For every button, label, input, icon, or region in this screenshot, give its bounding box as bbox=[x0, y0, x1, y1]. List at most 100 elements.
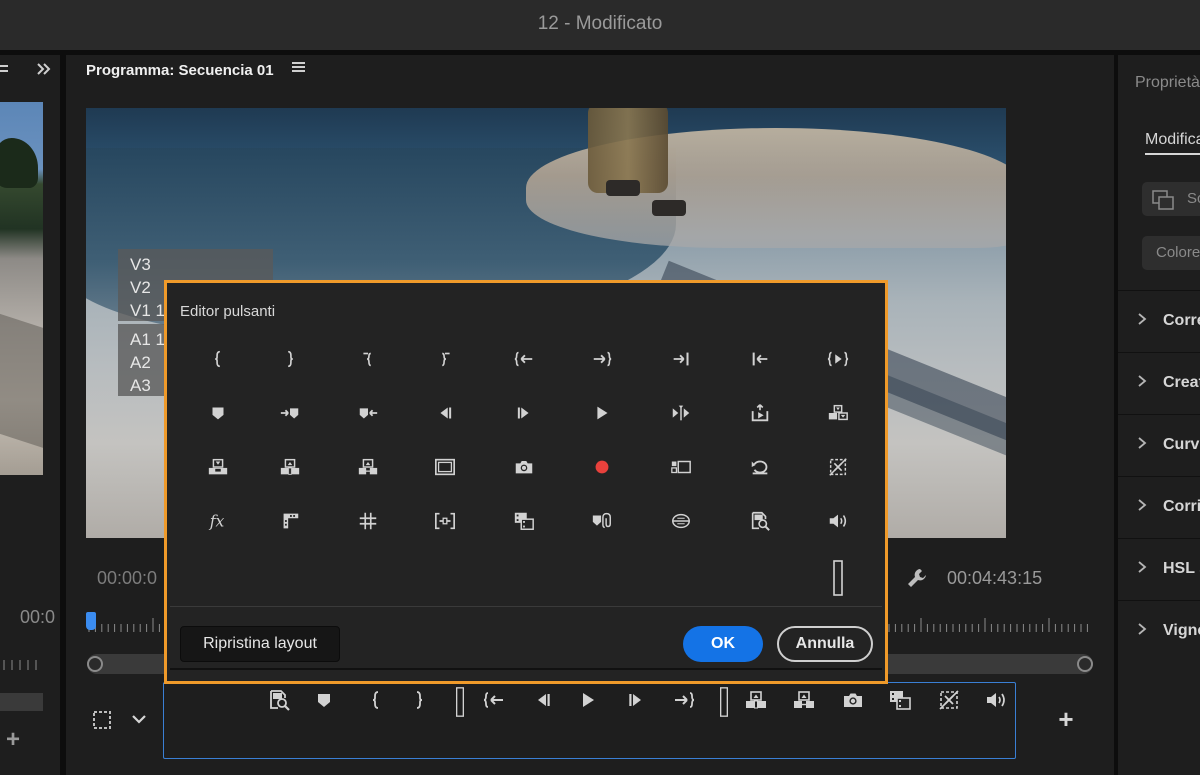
toolbar-comparison-view-icon[interactable] bbox=[887, 687, 913, 713]
lift-icon[interactable] bbox=[273, 450, 307, 484]
mark-out-icon[interactable] bbox=[273, 342, 307, 376]
duration-timecode: 00:04:43:15 bbox=[947, 568, 1043, 588]
timecode-overlay-icon[interactable] bbox=[273, 504, 307, 538]
link-marker-icon[interactable] bbox=[585, 504, 619, 538]
clip-icon bbox=[1152, 190, 1174, 210]
properties-section-label: HSL s bbox=[1163, 560, 1200, 577]
toolbar-lift-icon[interactable] bbox=[743, 687, 769, 713]
proxy-toggle-icon[interactable] bbox=[821, 450, 855, 484]
go-to-previous-marker-icon[interactable] bbox=[351, 396, 385, 430]
toolbar-proxy-toggle-icon[interactable] bbox=[936, 687, 962, 713]
properties-section[interactable]: HSL s bbox=[1118, 538, 1200, 600]
toolbar-spacer-icon[interactable] bbox=[711, 687, 737, 717]
source-add-icon[interactable]: + bbox=[6, 726, 20, 754]
toolbar-mark-out-icon[interactable] bbox=[406, 687, 432, 713]
panel-overflow-icon[interactable] bbox=[36, 62, 52, 81]
add-marker-icon[interactable] bbox=[201, 396, 235, 430]
window-title: 12 - Modificato bbox=[537, 13, 663, 34]
grid-icon[interactable] bbox=[351, 504, 385, 538]
chevron-right-icon bbox=[1136, 312, 1148, 331]
step-back-icon[interactable] bbox=[428, 396, 462, 430]
panel-menu-icon[interactable] bbox=[0, 62, 10, 83]
wrench-icon[interactable] bbox=[906, 567, 928, 594]
go-to-in-point-icon[interactable] bbox=[743, 342, 777, 376]
undo-icon[interactable] bbox=[743, 450, 777, 484]
properties-section-label: Vigne bbox=[1163, 622, 1200, 639]
vr-icon[interactable] bbox=[664, 504, 698, 538]
scrollbar-right-handle[interactable] bbox=[1077, 656, 1093, 672]
properties-section[interactable]: Corre bbox=[1118, 290, 1200, 352]
properties-section-label: Corre bbox=[1163, 312, 1200, 329]
toolbar-add-marker-icon[interactable] bbox=[311, 687, 337, 713]
comparison-view-icon[interactable] bbox=[507, 504, 541, 538]
tab-underline bbox=[1145, 153, 1200, 155]
properties-button-sc-label: Sc bbox=[1187, 190, 1200, 207]
go-to-next-marker-icon[interactable] bbox=[273, 396, 307, 430]
program-menu-icon[interactable] bbox=[292, 60, 306, 79]
go-to-in-icon[interactable] bbox=[507, 342, 541, 376]
cancel-button[interactable]: Annulla bbox=[777, 626, 873, 662]
dialog-title: Editor pulsanti bbox=[180, 303, 276, 320]
source-timecode: 00:0 bbox=[20, 607, 56, 627]
zoom-search-icon[interactable] bbox=[743, 504, 777, 538]
toolbar-camera-icon[interactable] bbox=[840, 687, 866, 713]
toolbar-volume-icon[interactable] bbox=[983, 687, 1009, 713]
chevron-down-icon[interactable] bbox=[130, 710, 148, 733]
ok-button[interactable]: OK bbox=[683, 626, 763, 662]
play-icon[interactable] bbox=[585, 396, 619, 430]
properties-button-sc[interactable]: Sc bbox=[1142, 182, 1200, 216]
extract-icon[interactable] bbox=[351, 450, 385, 484]
playhead[interactable] bbox=[86, 612, 96, 630]
step-forward-icon[interactable] bbox=[507, 396, 541, 430]
source-thumbnail bbox=[0, 102, 43, 475]
trim-icon[interactable] bbox=[428, 504, 462, 538]
dialog-bottom-line bbox=[170, 668, 882, 670]
camera-icon[interactable] bbox=[507, 450, 541, 484]
source-ruler[interactable] bbox=[0, 658, 43, 672]
export-frame-icon[interactable] bbox=[743, 396, 777, 430]
properties-section[interactable]: Creat bbox=[1118, 352, 1200, 414]
multicam-icon[interactable] bbox=[664, 450, 698, 484]
properties-section[interactable]: Curve bbox=[1118, 414, 1200, 476]
mark-clip-out-icon[interactable] bbox=[428, 342, 462, 376]
fx-icon[interactable]: fx bbox=[201, 504, 235, 538]
marquee-select-icon[interactable] bbox=[92, 710, 112, 735]
add-button[interactable]: + bbox=[1052, 705, 1080, 733]
title-bar: 12 - Modificato bbox=[0, 0, 1200, 50]
mark-clip-in-icon[interactable] bbox=[351, 342, 385, 376]
toolbar-step-back-icon[interactable] bbox=[530, 687, 556, 713]
play-in-to-out-icon[interactable] bbox=[821, 342, 855, 376]
reset-layout-button[interactable]: Ripristina layout bbox=[180, 626, 340, 662]
program-monitor-title[interactable]: Programma: Secuencia 01 bbox=[86, 62, 274, 79]
toolbar-step-forward-icon[interactable] bbox=[623, 687, 649, 713]
chevron-right-icon bbox=[1136, 436, 1148, 455]
track-v3: V3 bbox=[130, 255, 151, 274]
overwrite-icon[interactable] bbox=[821, 396, 855, 430]
volume-icon[interactable] bbox=[821, 504, 855, 538]
scrollbar-left-handle[interactable] bbox=[87, 656, 103, 672]
toolbar-play-icon[interactable] bbox=[575, 687, 601, 713]
toolbar-mark-in-icon[interactable] bbox=[363, 687, 389, 713]
safe-margins-icon[interactable] bbox=[428, 450, 462, 484]
toolbar-extract-icon[interactable] bbox=[791, 687, 817, 713]
source-scrollbar[interactable] bbox=[0, 693, 43, 711]
chevron-right-icon bbox=[1136, 622, 1148, 641]
playhead-timecode[interactable]: 00:00:0 bbox=[97, 568, 157, 589]
dialog-divider bbox=[170, 606, 882, 607]
tab-modifica[interactable]: Modifica bbox=[1145, 131, 1200, 149]
toolbar-go-to-out-icon[interactable] bbox=[671, 687, 697, 713]
go-to-out-icon[interactable] bbox=[585, 342, 619, 376]
button-editor-dialog: Editor pulsanti fx Ripristina layout OK … bbox=[164, 280, 888, 684]
spacer-icon[interactable] bbox=[821, 556, 855, 600]
go-to-out-point-icon[interactable] bbox=[664, 342, 698, 376]
properties-section[interactable]: Vigne bbox=[1118, 600, 1200, 662]
insert-icon[interactable] bbox=[201, 450, 235, 484]
record-icon[interactable] bbox=[585, 450, 619, 484]
properties-button-colore[interactable]: Colore bbox=[1142, 236, 1200, 270]
properties-section[interactable]: Corri bbox=[1118, 476, 1200, 538]
toolbar-spacer-icon[interactable] bbox=[447, 687, 473, 717]
mark-in-icon[interactable] bbox=[201, 342, 235, 376]
toolbar-zoom-search-icon[interactable] bbox=[266, 687, 292, 713]
toolbar-go-to-in-icon[interactable] bbox=[481, 687, 507, 713]
play-around-icon[interactable] bbox=[664, 396, 698, 430]
